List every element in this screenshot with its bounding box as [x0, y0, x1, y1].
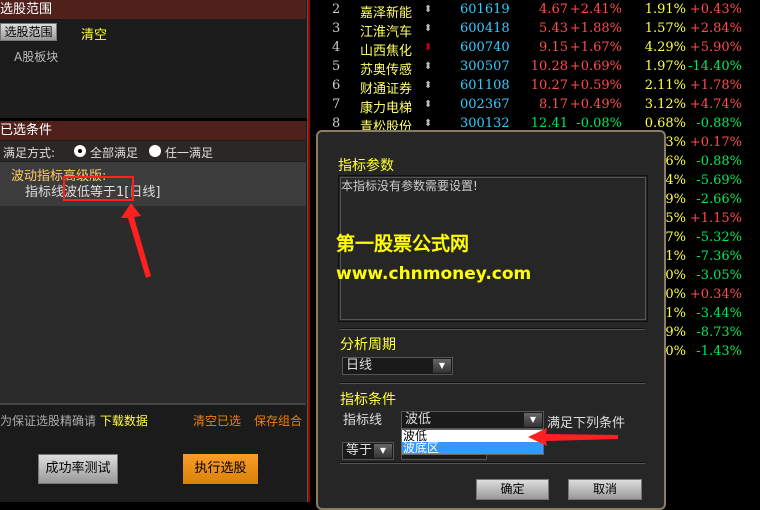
arrow-up-icon: [121, 203, 151, 278]
arrow-left-icon: [528, 428, 618, 446]
annotation-layer: [63, 176, 618, 446]
highlight-box: [63, 176, 134, 201]
